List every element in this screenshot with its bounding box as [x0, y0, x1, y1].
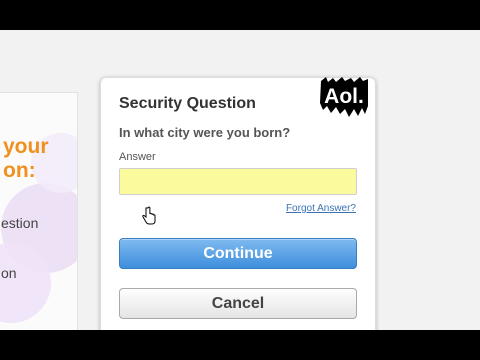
- security-question-text: In what city were you born?: [119, 125, 291, 140]
- answer-input[interactable]: [119, 168, 357, 195]
- forgot-answer-link[interactable]: Forgot Answer?: [286, 203, 356, 214]
- dialog-title: Security Question: [119, 95, 256, 112]
- hand-cursor-icon: [142, 206, 156, 225]
- aol-logo: Aol.: [318, 76, 370, 118]
- continue-button[interactable]: Continue: [119, 238, 357, 269]
- screen: your on: estion on Security Question In …: [0, 30, 480, 330]
- promo-text-line: on: [1, 265, 17, 281]
- logo-wordmark: Aol.: [324, 85, 364, 108]
- answer-label: Answer: [119, 151, 156, 163]
- promo-heading: your on:: [3, 135, 49, 182]
- cancel-button[interactable]: Cancel: [119, 288, 357, 319]
- promo-text-line: estion: [1, 215, 39, 231]
- background-promo-panel: your on: estion on: [0, 92, 78, 330]
